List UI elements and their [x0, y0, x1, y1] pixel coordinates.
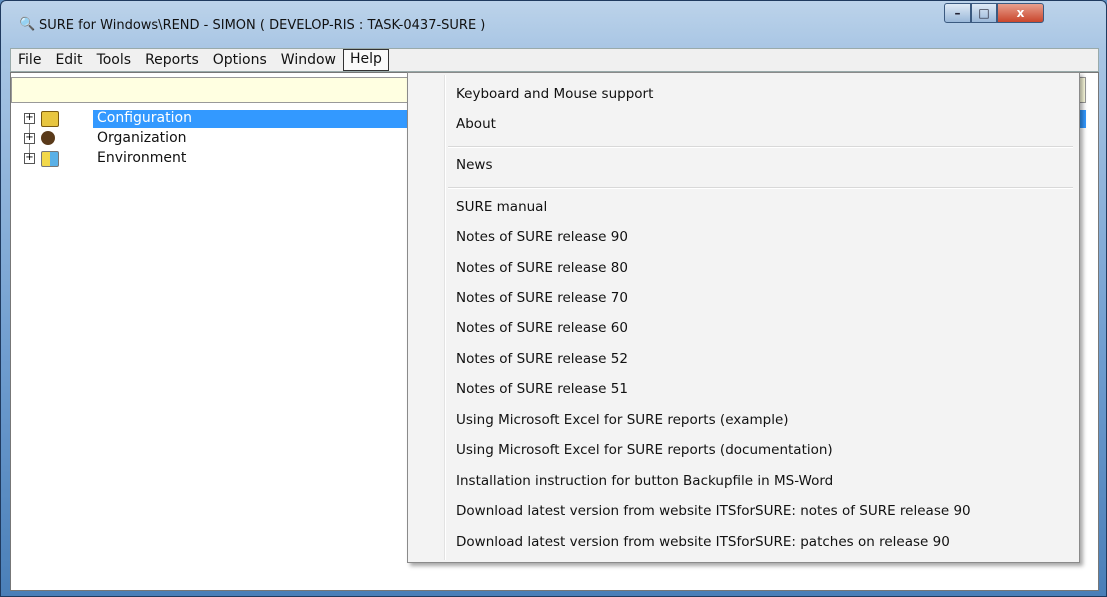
expand-icon[interactable]: + — [24, 113, 35, 124]
menu-window[interactable]: Window — [274, 50, 343, 70]
close-button[interactable]: x — [997, 3, 1044, 23]
menu-tools[interactable]: Tools — [90, 50, 139, 70]
menu-item-backupfile-instruction[interactable]: Installation instruction for button Back… — [456, 473, 833, 489]
menu-item-about[interactable]: About — [456, 116, 496, 132]
expand-icon[interactable]: + — [24, 153, 35, 164]
title-bar[interactable]: 🔍 SURE for Windows\REND - SIMON ( DEVELO… — [1, 1, 1106, 41]
menu-item-sure-manual[interactable]: SURE manual — [456, 199, 547, 215]
maximize-button[interactable]: □ — [971, 3, 997, 23]
menu-item-notes-release-90[interactable]: Notes of SURE release 90 — [456, 229, 628, 245]
menu-item-notes-release-52[interactable]: Notes of SURE release 52 — [456, 351, 628, 367]
menu-separator — [448, 146, 1073, 148]
menu-options[interactable]: Options — [206, 50, 274, 70]
menu-reports[interactable]: Reports — [138, 50, 206, 70]
menu-file[interactable]: File — [11, 50, 48, 70]
minimize-button[interactable]: – — [944, 3, 971, 23]
menu-item-notes-release-70[interactable]: Notes of SURE release 70 — [456, 290, 628, 306]
menu-item-excel-example[interactable]: Using Microsoft Excel for SURE reports (… — [456, 412, 789, 428]
window-title: SURE for Windows\REND - SIMON ( DEVELOP-… — [39, 18, 486, 33]
configuration-icon — [41, 111, 59, 127]
menu-gutter — [444, 75, 446, 560]
menu-item-excel-documentation[interactable]: Using Microsoft Excel for SURE reports (… — [456, 442, 833, 458]
binoculars-icon: 🔍 — [19, 17, 36, 32]
menu-separator — [448, 187, 1073, 189]
expand-icon[interactable]: + — [24, 133, 35, 144]
menu-item-notes-release-60[interactable]: Notes of SURE release 60 — [456, 320, 628, 336]
help-menu-dropdown: Keyboard and Mouse support About News SU… — [407, 72, 1080, 563]
environment-icon — [41, 151, 59, 167]
menu-item-download-patches-90[interactable]: Download latest version from website ITS… — [456, 534, 950, 550]
menu-item-download-notes-90[interactable]: Download latest version from website ITS… — [456, 503, 971, 519]
organization-icon — [41, 131, 55, 145]
tree-node-label: Organization — [97, 130, 187, 146]
menu-help[interactable]: Help — [343, 49, 389, 71]
menu-item-news[interactable]: News — [456, 157, 492, 173]
menu-edit[interactable]: Edit — [48, 50, 89, 70]
menu-item-notes-release-51[interactable]: Notes of SURE release 51 — [456, 381, 628, 397]
app-window: 🔍 SURE for Windows\REND - SIMON ( DEVELO… — [0, 0, 1107, 597]
tree-node-label: Environment — [97, 150, 187, 166]
menu-bar: File Edit Tools Reports Options Window H… — [10, 48, 1099, 72]
menu-item-keyboard-mouse-support[interactable]: Keyboard and Mouse support — [456, 86, 653, 102]
menu-item-notes-release-80[interactable]: Notes of SURE release 80 — [456, 260, 628, 276]
tree-node-label: Configuration — [97, 110, 192, 126]
